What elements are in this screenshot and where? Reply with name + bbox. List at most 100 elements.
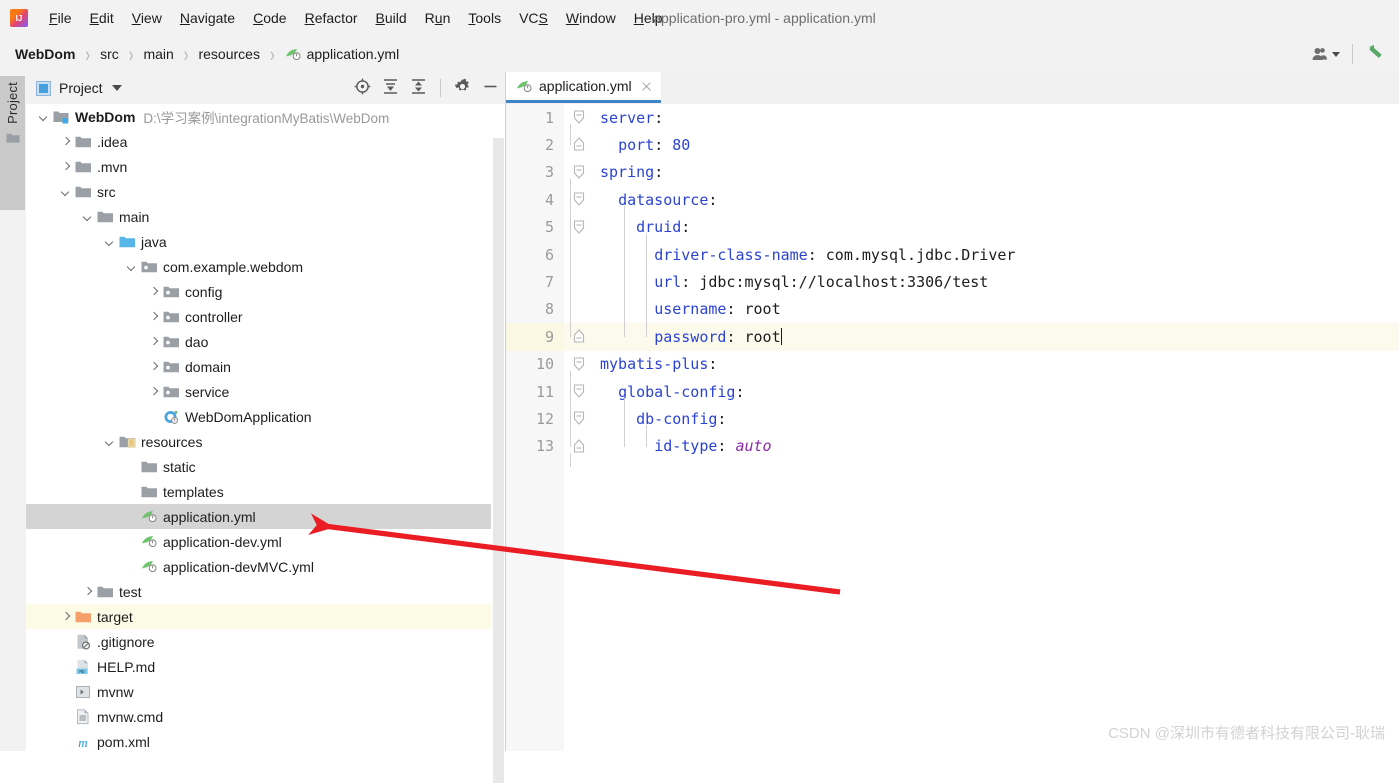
fold-expanded-start-icon[interactable] (573, 356, 585, 372)
project-tree[interactable]: WebDom D:\学习案例\integrationMyBatis\WebDom.… (26, 104, 491, 751)
fold-marker-cell[interactable] (564, 104, 594, 131)
tree-node-service[interactable]: service (26, 379, 491, 404)
fold-marker-cell[interactable] (564, 351, 594, 378)
tree-node-main[interactable]: main (26, 204, 491, 229)
collapse-all-icon[interactable] (410, 78, 427, 98)
expand-all-icon[interactable] (382, 78, 399, 98)
chevron-down-icon[interactable] (111, 85, 122, 91)
code-line-13[interactable]: 13 id-type: auto (506, 432, 1399, 461)
menu-item-help[interactable]: Help (625, 7, 672, 29)
menu-item-view[interactable]: View (123, 7, 171, 29)
project-panel-scrollbar-thumb[interactable] (493, 138, 504, 783)
chevron-right-icon[interactable] (148, 386, 160, 398)
code-line-2[interactable]: 2 port: 80 (506, 131, 1399, 159)
chevron-down-icon[interactable] (126, 261, 138, 273)
fold-expanded-start-icon[interactable] (573, 109, 585, 125)
chevron-down-icon[interactable] (38, 111, 50, 123)
fold-expanded-start-icon[interactable] (573, 191, 585, 207)
tree-node-help.md[interactable]: MD HELP.md (26, 654, 491, 679)
chevron-down-icon[interactable] (104, 436, 116, 448)
code-line-10[interactable]: 10 mybatis-plus: (506, 350, 1399, 378)
locate-in-tree-icon[interactable] (354, 78, 371, 98)
menu-item-code[interactable]: Code (244, 7, 295, 29)
code-line-7[interactable]: 7 url: jdbc:mysql://localhost:3306/test (506, 268, 1399, 296)
code-line-8[interactable]: 8 username: root (506, 295, 1399, 324)
fold-expanded-end-icon[interactable] (573, 328, 585, 344)
tree-node-com.example.webdom[interactable]: com.example.webdom (26, 254, 491, 279)
tree-node-templates[interactable]: templates (26, 479, 491, 504)
menu-item-navigate[interactable]: Navigate (171, 7, 244, 29)
fold-marker-cell[interactable] (564, 241, 594, 268)
tree-node-mvnw[interactable]: mvnw (26, 679, 491, 704)
breadcrumb-item-resources[interactable]: resources (195, 44, 262, 64)
code-line-3[interactable]: 3 spring: (506, 158, 1399, 187)
menu-item-tools[interactable]: Tools (459, 7, 510, 29)
tree-node-.gitignore[interactable]: .gitignore (26, 629, 491, 654)
fold-marker-cell[interactable] (564, 268, 594, 295)
tree-node-test[interactable]: test (26, 579, 491, 604)
menu-item-build[interactable]: Build (367, 7, 416, 29)
chevron-down-icon[interactable] (104, 236, 116, 248)
breadcrumb-item-webdom[interactable]: WebDom (12, 44, 78, 64)
fold-marker-cell[interactable] (564, 433, 594, 460)
code-line-11[interactable]: 11 global-config: (506, 378, 1399, 406)
chevron-down-icon[interactable] (82, 211, 94, 223)
project-panel-scrollbar-track[interactable] (492, 104, 505, 783)
menu-item-edit[interactable]: Edit (81, 7, 123, 29)
tree-node-webdom[interactable]: WebDom D:\学习案例\integrationMyBatis\WebDom (26, 104, 491, 129)
chevron-right-icon[interactable] (148, 311, 160, 323)
tree-node-dao[interactable]: dao (26, 329, 491, 354)
tree-node-domain[interactable]: domain (26, 354, 491, 379)
tree-node-pom.xml[interactable]: m pom.xml (26, 729, 491, 751)
toolwindow-button-project[interactable]: Project (0, 76, 25, 210)
fold-expanded-start-icon[interactable] (573, 383, 585, 399)
fold-expanded-start-icon[interactable] (573, 219, 585, 235)
fold-marker-cell[interactable] (564, 131, 594, 158)
fold-expanded-end-icon[interactable] (573, 136, 585, 152)
menu-item-vcs[interactable]: VCS (510, 7, 557, 29)
tree-node-config[interactable]: config (26, 279, 491, 304)
chevron-down-icon[interactable] (60, 186, 72, 198)
build-hammer-icon[interactable] (1365, 42, 1387, 67)
menu-item-refactor[interactable]: Refactor (296, 7, 367, 29)
hide-minimize-icon[interactable] (482, 78, 499, 98)
code-line-6[interactable]: 6 driver-class-name: com.mysql.jdbc.Driv… (506, 241, 1399, 269)
chevron-right-icon[interactable] (60, 611, 72, 623)
fold-marker-cell[interactable] (564, 405, 594, 432)
tree-node-java[interactable]: java (26, 229, 491, 254)
breadcrumb-item-main[interactable]: main (140, 44, 176, 64)
fold-marker-cell[interactable] (564, 296, 594, 323)
fold-marker-cell[interactable] (564, 214, 594, 241)
code-line-9[interactable]: 9 password: root (506, 323, 1399, 351)
tree-node-application-dev.yml[interactable]: application-dev.yml (26, 529, 491, 554)
code-line-1[interactable]: 1 server: (506, 104, 1399, 132)
tree-node-mvnw.cmd[interactable]: mvnw.cmd (26, 704, 491, 729)
fold-marker-cell[interactable] (564, 186, 594, 213)
user-account-icon[interactable] (1311, 46, 1340, 63)
close-icon[interactable] (640, 80, 653, 93)
fold-marker-cell[interactable] (564, 323, 594, 350)
tree-node-application-devmvc.yml[interactable]: application-devMVC.yml (26, 554, 491, 579)
tree-node-src[interactable]: src (26, 179, 491, 204)
gear-settings-icon[interactable] (454, 78, 471, 98)
code-line-5[interactable]: 5 druid: (506, 213, 1399, 241)
tree-node-controller[interactable]: controller (26, 304, 491, 329)
breadcrumb-item-src[interactable]: src (97, 44, 122, 64)
menu-item-run[interactable]: Run (416, 7, 460, 29)
fold-expanded-start-icon[interactable] (573, 164, 585, 180)
tree-node-target[interactable]: target (26, 604, 491, 629)
tree-node-webdomapplication[interactable]: WebDomApplication (26, 404, 491, 429)
fold-marker-cell[interactable] (564, 159, 594, 186)
chevron-right-icon[interactable] (60, 161, 72, 173)
chevron-right-icon[interactable] (148, 336, 160, 348)
fold-expanded-start-icon[interactable] (573, 410, 585, 426)
tree-node-resources[interactable]: resources (26, 429, 491, 454)
code-editor[interactable]: 1 server: 2 port: 80 3 spring: 4 datasource: 5… (506, 104, 1399, 751)
breadcrumb-item-application-yml[interactable]: application.yml (282, 44, 403, 64)
tree-node-.mvn[interactable]: .mvn (26, 154, 491, 179)
tree-node-static[interactable]: static (26, 454, 491, 479)
fold-expanded-end-icon[interactable] (573, 438, 585, 454)
chevron-right-icon[interactable] (60, 136, 72, 148)
chevron-right-icon[interactable] (82, 586, 94, 598)
tree-node-.idea[interactable]: .idea (26, 129, 491, 154)
